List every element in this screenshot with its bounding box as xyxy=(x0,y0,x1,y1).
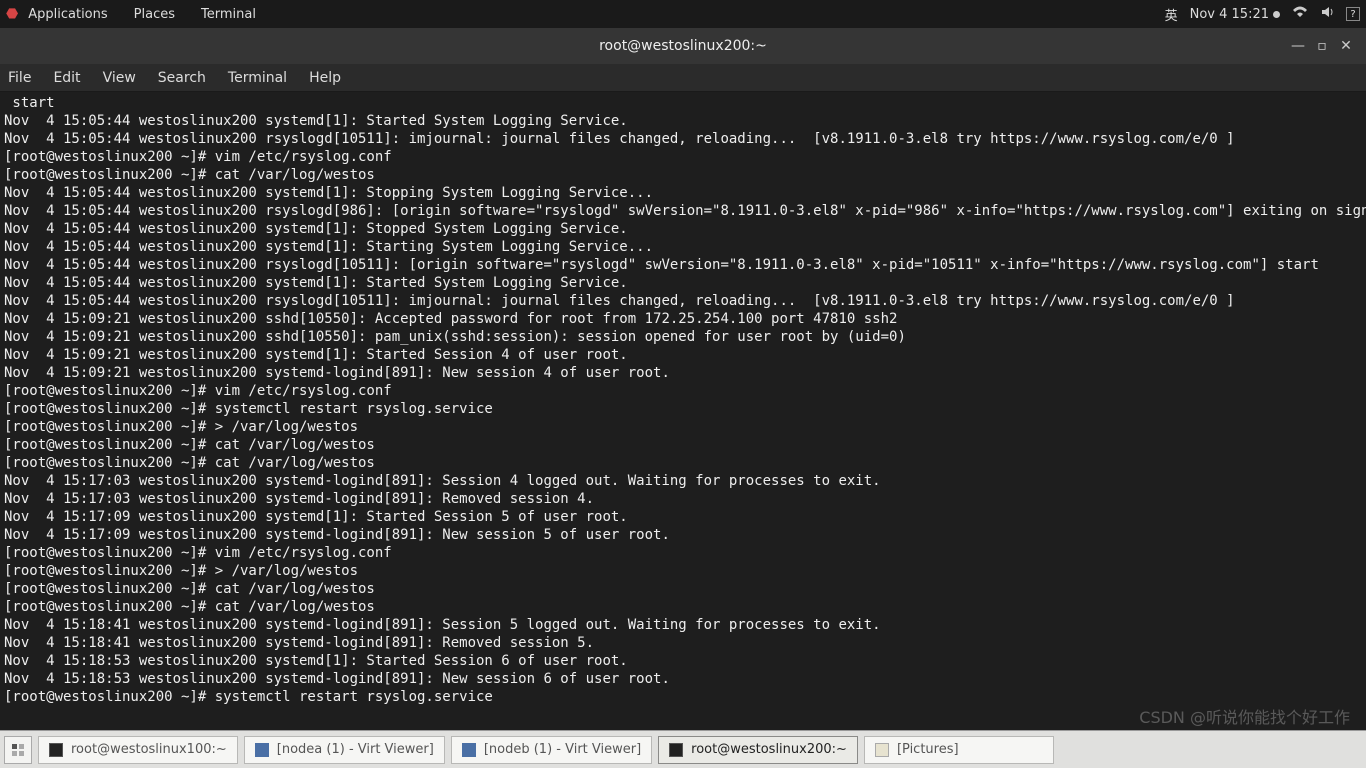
status-dot-icon xyxy=(1273,11,1280,18)
redhat-logo-icon: ⬣ xyxy=(6,6,18,22)
clock-label[interactable]: Nov 4 15:21 xyxy=(1190,7,1269,22)
viewer-icon xyxy=(462,743,476,757)
menu-view[interactable]: View xyxy=(103,70,136,86)
wifi-icon[interactable] xyxy=(1292,6,1308,22)
places-menu[interactable]: Places xyxy=(134,7,175,22)
term-icon xyxy=(49,743,63,757)
help-icon[interactable]: ? xyxy=(1346,7,1360,21)
taskbar-item-label: root@westoslinux100:~ xyxy=(71,742,227,757)
minimize-button[interactable]: — xyxy=(1286,34,1310,58)
menu-help[interactable]: Help xyxy=(309,70,341,86)
menu-search[interactable]: Search xyxy=(158,70,206,86)
close-button[interactable]: ✕ xyxy=(1334,34,1358,58)
taskbar-item-label: [nodea (1) - Virt Viewer] xyxy=(277,742,434,757)
pic-icon xyxy=(875,743,889,757)
terminal-window: root@westoslinux200:~ — ▫ ✕ File Edit Vi… xyxy=(0,28,1366,730)
viewer-icon xyxy=(255,743,269,757)
taskbar-item-label: [nodeb (1) - Virt Viewer] xyxy=(484,742,641,757)
terminal-content[interactable]: start Nov 4 15:05:44 westoslinux200 syst… xyxy=(0,92,1366,730)
menu-file[interactable]: File xyxy=(8,70,31,86)
maximize-button[interactable]: ▫ xyxy=(1310,34,1334,58)
term-icon xyxy=(669,743,683,757)
taskbar-item-0[interactable]: root@westoslinux100:~ xyxy=(38,736,238,764)
gnome-topbar: ⬣ Applications Places Terminal 英 Nov 4 1… xyxy=(0,0,1366,28)
menu-terminal[interactable]: Terminal xyxy=(228,70,287,86)
workspace-switcher-icon[interactable] xyxy=(4,736,32,764)
taskbar-item-label: [Pictures] xyxy=(897,742,959,757)
terminal-menubar: File Edit View Search Terminal Help xyxy=(0,64,1366,92)
window-titlebar[interactable]: root@westoslinux200:~ — ▫ ✕ xyxy=(0,28,1366,64)
terminal-menu[interactable]: Terminal xyxy=(201,7,256,22)
taskbar-item-1[interactable]: [nodea (1) - Virt Viewer] xyxy=(244,736,445,764)
menu-edit[interactable]: Edit xyxy=(53,70,80,86)
volume-icon[interactable] xyxy=(1320,5,1334,23)
window-title: root@westoslinux200:~ xyxy=(599,38,767,54)
taskbar-item-label: root@westoslinux200:~ xyxy=(691,742,847,757)
ime-indicator[interactable]: 英 xyxy=(1165,5,1178,24)
applications-menu[interactable]: Applications xyxy=(28,7,107,22)
taskbar-item-3[interactable]: root@westoslinux200:~ xyxy=(658,736,858,764)
taskbar-item-2[interactable]: [nodeb (1) - Virt Viewer] xyxy=(451,736,652,764)
taskbar: root@westoslinux100:~ [nodea (1) - Virt V… xyxy=(0,730,1366,768)
taskbar-item-4[interactable]: [Pictures] xyxy=(864,736,1054,764)
